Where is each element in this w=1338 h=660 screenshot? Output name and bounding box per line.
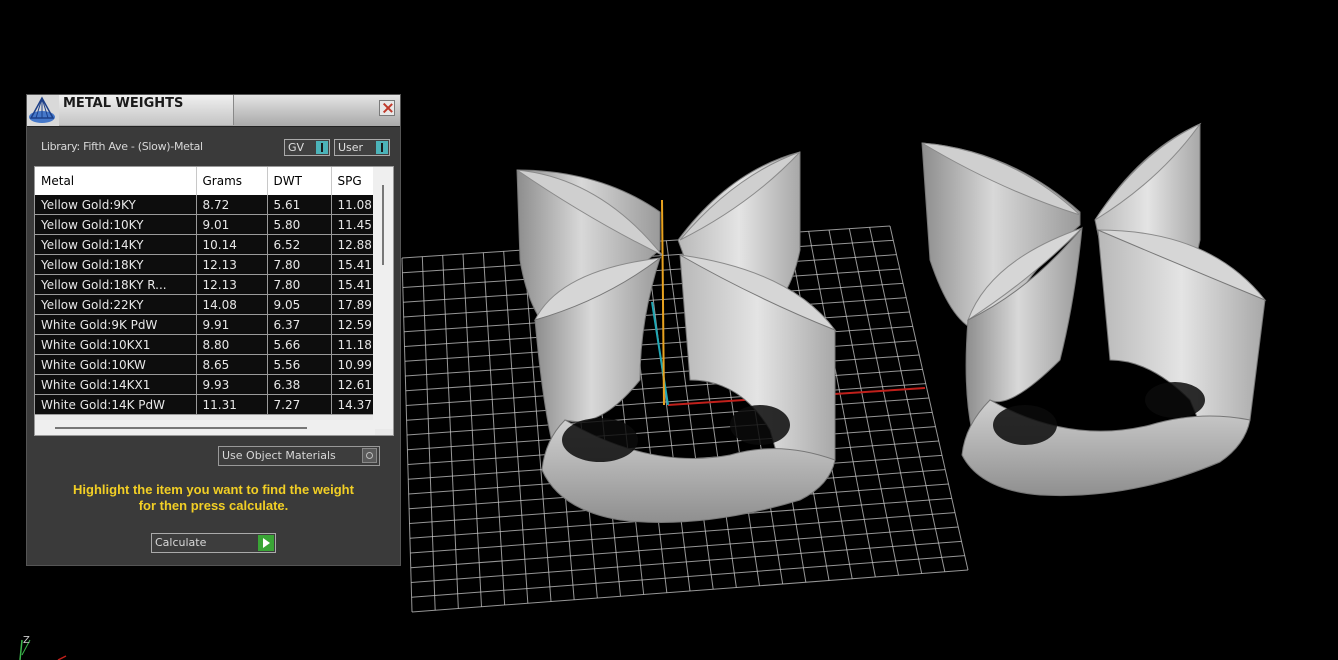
table-row[interactable]: Yellow Gold:22KY 14.08 9.05 17.89 (35, 294, 380, 315)
horizontal-scroll-thumb[interactable] (55, 427, 307, 429)
use-object-materials-option[interactable]: Use Object Materials (218, 446, 380, 466)
metal-table: Metal Grams DWT SPG Yellow Gold:9KY 8.72 5… (35, 167, 380, 415)
library-label: Library: Fifth Ave - (Slow)-Metal (41, 140, 203, 153)
cell-grams: 9.91 (196, 314, 268, 335)
table-row[interactable]: White Gold:14KX1 9.93 6.38 12.61 (35, 374, 380, 395)
column-header-grams[interactable]: Grams (196, 167, 268, 195)
ring-model-left[interactable] (516, 151, 837, 523)
cell-grams: 12.13 (196, 254, 268, 275)
column-header-metal[interactable]: Metal (35, 167, 197, 195)
cell-dwt: 7.27 (267, 394, 332, 415)
table-row[interactable]: White Gold:10KX1 8.80 5.66 11.18 (35, 334, 380, 355)
cell-metal: White Gold:10KW (35, 354, 197, 375)
grid-line (828, 229, 899, 576)
cell-grams: 8.80 (196, 334, 268, 355)
cell-dwt: 6.37 (267, 314, 332, 335)
cell-grams: 14.08 (196, 294, 268, 315)
cell-dwt: 5.66 (267, 334, 332, 355)
table-row[interactable]: White Gold:9K PdW 9.91 6.37 12.59 (35, 314, 380, 335)
cell-metal: White Gold:10KX1 (35, 334, 197, 355)
grid-line (869, 227, 946, 572)
cell-grams: 12.13 (196, 274, 268, 295)
table-header-row: Metal Grams DWT SPG (35, 167, 380, 195)
column-header-dwt[interactable]: DWT (267, 167, 332, 195)
cell-grams: 9.93 (196, 374, 268, 395)
cell-dwt: 5.80 (267, 214, 332, 235)
cell-grams: 11.31 (196, 394, 268, 415)
instruction-line-2: for then press calculate. (138, 498, 289, 513)
y-axis-line (651, 301, 669, 406)
cell-metal: Yellow Gold:18KY (35, 254, 197, 275)
cell-grams: 8.72 (196, 195, 268, 215)
cell-dwt: 9.05 (267, 294, 332, 315)
cell-dwt: 5.61 (267, 195, 332, 215)
table-row[interactable]: Yellow Gold:14KY 10.14 6.52 12.88 (35, 234, 380, 255)
cell-metal: Yellow Gold:14KY (35, 234, 197, 255)
user-toggle-icon[interactable] (376, 141, 388, 154)
panel-titlebar[interactable]: METAL WEIGHTS (27, 95, 400, 127)
calculate-label: Calculate (155, 536, 207, 549)
use-object-materials-radio[interactable] (362, 448, 377, 463)
table-row[interactable]: Yellow Gold:18KY R... 12.13 7.80 15.41 (35, 274, 380, 295)
cell-spg: 17.89 (331, 294, 380, 315)
column-header-spg[interactable]: SPG (331, 167, 380, 195)
metal-weights-panel: METAL WEIGHTS Library: Fifth Ave - (Slow… (26, 94, 401, 566)
close-button[interactable] (379, 100, 395, 116)
play-arrow-icon[interactable] (258, 535, 274, 551)
grid-line (848, 228, 923, 574)
pyramid-logo-icon (27, 95, 59, 126)
cell-metal: Yellow Gold:10KY (35, 214, 197, 235)
cell-metal: Yellow Gold:22KY (35, 294, 197, 315)
cell-spg: 15.41 (331, 254, 380, 275)
table-vertical-scrollbar[interactable] (373, 167, 393, 429)
axis-gizmo: Z (19, 635, 67, 660)
cell-metal: White Gold:14KX1 (35, 374, 197, 395)
gv-toggle-icon[interactable] (316, 141, 328, 154)
cell-spg: 12.61 (331, 374, 380, 395)
gv-select[interactable]: GV (284, 139, 330, 156)
cell-spg: 10.99 (331, 354, 380, 375)
metal-table-container: Metal Grams DWT SPG Yellow Gold:9KY 8.72 5… (34, 166, 394, 436)
user-select[interactable]: User (334, 139, 390, 156)
table-row[interactable]: White Gold:10KW 8.65 5.56 10.99 (35, 354, 380, 375)
grid-line (407, 411, 933, 451)
cell-metal: White Gold:14K PdW (35, 394, 197, 415)
cell-spg: 12.88 (331, 234, 380, 255)
ring-model-right[interactable] (921, 122, 1267, 497)
use-object-materials-label: Use Object Materials (222, 449, 336, 462)
cell-grams: 8.65 (196, 354, 268, 375)
cell-grams: 10.14 (196, 234, 268, 255)
calculate-button[interactable]: Calculate (151, 533, 276, 553)
user-select-label: User (338, 141, 364, 154)
cell-spg: 12.59 (331, 314, 380, 335)
table-row[interactable]: Yellow Gold:10KY 9.01 5.80 11.45 (35, 214, 380, 235)
cell-spg: 14.37 (331, 394, 380, 415)
cell-spg: 15.41 (331, 274, 380, 295)
cell-dwt: 7.80 (267, 254, 332, 275)
gv-select-label: GV (288, 141, 305, 154)
instruction-line-1: Highlight the item you want to find the … (73, 482, 354, 497)
cell-spg: 11.08 (331, 195, 380, 215)
cell-spg: 11.45 (331, 214, 380, 235)
cell-spg: 11.18 (331, 334, 380, 355)
cell-metal: Yellow Gold:18KY R... (35, 274, 197, 295)
vertical-scroll-thumb[interactable] (382, 185, 384, 265)
cell-dwt: 7.80 (267, 274, 332, 295)
cell-grams: 9.01 (196, 214, 268, 235)
cell-dwt: 5.56 (267, 354, 332, 375)
table-horizontal-scrollbar[interactable] (35, 420, 375, 435)
axis-gizmo-label: Z (23, 635, 30, 646)
panel-title: METAL WEIGHTS (63, 96, 184, 111)
cell-metal: White Gold:9K PdW (35, 314, 197, 335)
cell-dwt: 6.38 (267, 374, 332, 395)
table-row[interactable]: Yellow Gold:18KY 12.13 7.80 15.41 (35, 254, 380, 275)
table-row[interactable]: Yellow Gold:9KY 8.72 5.61 11.08 (35, 195, 380, 215)
cell-dwt: 6.52 (267, 234, 332, 255)
table-row[interactable]: White Gold:14K PdW 11.31 7.27 14.37 (35, 394, 380, 415)
cell-metal: Yellow Gold:9KY (35, 195, 197, 215)
